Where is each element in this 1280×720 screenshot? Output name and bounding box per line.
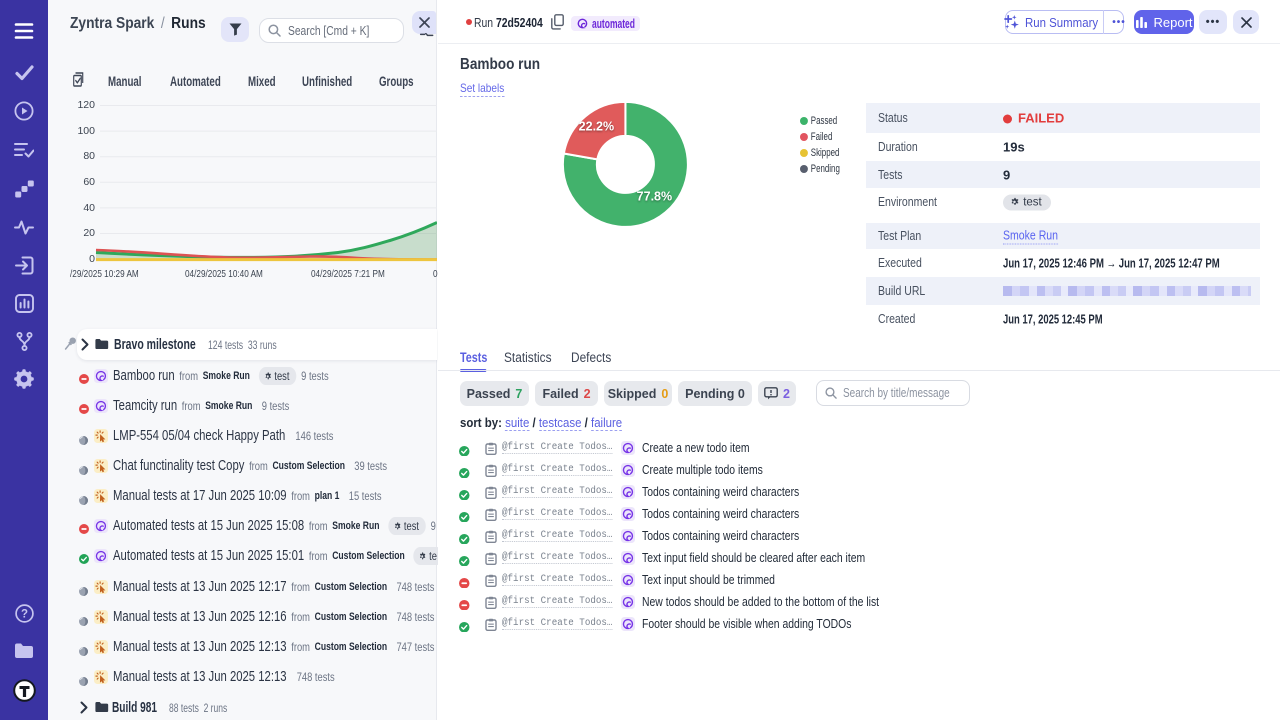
svg-text:77.8%: 77.8% <box>637 189 672 203</box>
svg-text:22.2%: 22.2% <box>579 119 614 133</box>
svg-text:?: ? <box>20 609 27 621</box>
